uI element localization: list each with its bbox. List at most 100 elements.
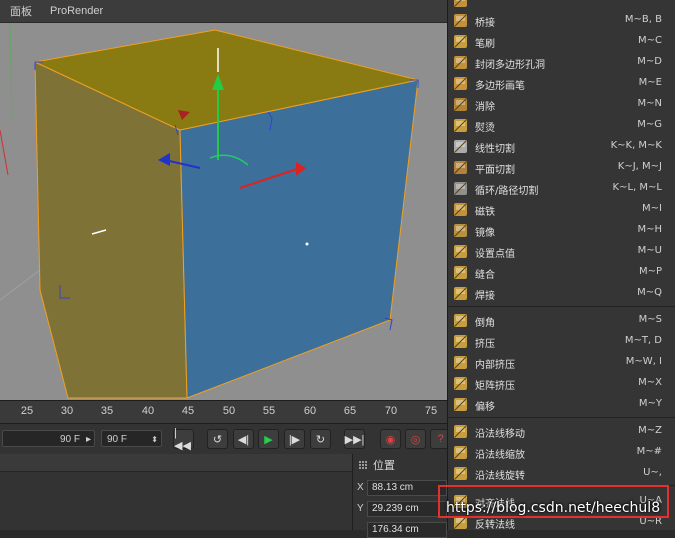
- menu-item-shortcut: M~C: [638, 35, 662, 46]
- menu-item[interactable]: 沿法线缩放 M~#: [448, 442, 675, 463]
- auto-key-button[interactable]: ◎: [405, 429, 426, 449]
- coord-x-field[interactable]: 88.13 cm: [367, 480, 447, 496]
- loop-forward-icon: ↻: [315, 433, 326, 446]
- menu-separator: [448, 306, 675, 307]
- menu-item[interactable]: 焊接 M~Q: [448, 283, 675, 304]
- timeline-tick: 75: [424, 405, 438, 417]
- menu-item[interactable]: 设置点值 M~U: [448, 241, 675, 262]
- menu-item-label: 沿法线缩放: [475, 450, 525, 461]
- next-frame-icon: |▶: [288, 433, 301, 446]
- record-button[interactable]: ◉: [380, 429, 401, 449]
- menu-item-label: 设置点值: [475, 249, 515, 260]
- menu-item-shortcut: M~Q: [637, 287, 662, 298]
- menu-item-shortcut: K~L, M~L: [612, 182, 662, 193]
- timeline-ruler[interactable]: 25 30 35 40 45 50 55 60 65 70 75: [0, 400, 447, 423]
- menu-item-label: 消除: [475, 102, 495, 113]
- menu-item-shortcut: M~G: [637, 119, 662, 130]
- coord-y-field[interactable]: 29.239 cm: [367, 501, 447, 517]
- world-axis-line: [9, 21, 13, 121]
- menu-item-shortcut: K~J, M~J: [617, 161, 662, 172]
- dissolve-icon: [454, 98, 467, 111]
- menu-item[interactable]: 消除 M~N: [448, 94, 675, 115]
- menu-item-label: 平面切割: [475, 165, 515, 176]
- extrude-inner-icon: [454, 356, 467, 369]
- next-frame-button[interactable]: |▶: [284, 429, 305, 449]
- menu-item[interactable]: 挤压 M~T, D: [448, 331, 675, 352]
- go-to-end-icon: ▶▶|: [344, 433, 365, 446]
- watermark: https://blog.csdn.net/heechul8: [446, 500, 661, 516]
- menu-item[interactable]: 多边形画笔 M~E: [448, 73, 675, 94]
- mesh-tools-menu: 桥接 M~B, B 笔刷 M~C 封闭多边形孔洞 M~D 多边形画笔 M~E 消除 M~N 熨烫 M~…: [447, 0, 675, 530]
- menu-item-shortcut: M~B, B: [624, 14, 662, 25]
- loop-back-button[interactable]: ↺: [207, 429, 228, 449]
- timeline-tick: 55: [262, 405, 276, 417]
- coord-y-label: Y: [357, 503, 364, 514]
- key-options-icon: ?: [437, 433, 444, 445]
- 3d-viewport[interactable]: 面板 ProRender: [0, 0, 447, 400]
- go-to-end-button[interactable]: ▶▶|: [344, 429, 365, 449]
- coord-z-field[interactable]: 176.34 cm: [367, 522, 447, 538]
- viewport-menubar: 面板 ProRender: [0, 0, 447, 23]
- menu-item[interactable]: 内部挤压 M~W, I: [448, 352, 675, 373]
- coord-y-value: 29.239 cm: [372, 503, 419, 514]
- axis-indicator: [0, 129, 9, 176]
- menu-item-label: 桥接: [475, 18, 495, 29]
- menu-item[interactable]: 熨烫 M~G: [448, 115, 675, 136]
- timeline-tick: 35: [100, 405, 114, 417]
- menu-item[interactable]: 沿法线旋转 U~,: [448, 463, 675, 484]
- menu-item[interactable]: 镜像 M~H: [448, 220, 675, 241]
- menu-item[interactable]: 桥接 M~B, B: [448, 10, 675, 31]
- menu-item[interactable]: 平面切割 K~J, M~J: [448, 157, 675, 178]
- menu-item[interactable]: 缝合 M~P: [448, 262, 675, 283]
- viewport-scene[interactable]: [0, 0, 447, 400]
- menu-item[interactable]: 线性切割 K~K, M~K: [448, 136, 675, 157]
- menu-item-label: 反转法线: [475, 520, 515, 530]
- polygon-pen-icon: [454, 77, 467, 90]
- weld-icon: [454, 287, 467, 300]
- matrix-extrude-icon: [454, 377, 467, 390]
- timeline-tick: 65: [343, 405, 357, 417]
- auto-key-icon: ◎: [410, 433, 421, 446]
- menu-item-shortcut: M~Y: [638, 398, 662, 409]
- iron-icon: [454, 119, 467, 132]
- play-button[interactable]: ▶: [258, 429, 279, 449]
- menu-item[interactable]: 循环/路径切割 K~L, M~L: [448, 178, 675, 199]
- menu-item[interactable]: 磁铁 M~I: [448, 199, 675, 220]
- menu-item-shortcut: M~X: [638, 377, 662, 388]
- offset-icon: [454, 398, 467, 411]
- viewport-menu-prorender[interactable]: ProRender: [40, 5, 111, 17]
- brush-icon: [454, 35, 467, 48]
- loop-forward-button[interactable]: ↻: [310, 429, 331, 449]
- go-to-start-icon: |◀◀: [174, 426, 191, 452]
- go-to-start-button[interactable]: |◀◀: [173, 426, 194, 452]
- viewport-menu-panel[interactable]: 面板: [0, 3, 40, 19]
- menu-item-label: 内部挤压: [475, 360, 515, 371]
- menu-item[interactable]: 矩阵挤压 M~X: [448, 373, 675, 394]
- menu-item-label: 笔刷: [475, 39, 495, 50]
- normal-move-icon: [454, 425, 467, 438]
- menu-separator: [448, 417, 675, 418]
- menu-item-label: 缝合: [475, 270, 495, 281]
- end-frame-field[interactable]: 90 F ⬍: [101, 430, 162, 447]
- set-point-value-icon: [454, 245, 467, 258]
- start-frame-field[interactable]: 90 F ▸: [2, 430, 95, 447]
- menu-item[interactable]: 沿法线移动 M~Z: [448, 421, 675, 442]
- material-panel[interactable]: [0, 454, 352, 530]
- timeline-tick: 40: [141, 405, 155, 417]
- grip-icon: [359, 461, 367, 469]
- prev-frame-button[interactable]: ◀|: [233, 429, 254, 449]
- prev-frame-icon: ◀|: [237, 433, 250, 446]
- menu-item[interactable]: 封闭多边形孔洞 M~D: [448, 52, 675, 73]
- menu-item[interactable]: 笔刷 M~C: [448, 31, 675, 52]
- menu-item-shortcut: M~#: [636, 446, 662, 457]
- timeline-tick: 70: [384, 405, 398, 417]
- menu-item[interactable]: 偏移 M~Y: [448, 394, 675, 415]
- menu-item-label: 沿法线旋转: [475, 471, 525, 482]
- coord-x-label: X: [357, 482, 364, 493]
- timeline-tick: 60: [303, 405, 317, 417]
- menu-item-label: 偏移: [475, 402, 495, 413]
- bevel-icon: [454, 314, 467, 327]
- menu-item-shortcut: M~T, D: [624, 335, 662, 346]
- menu-item-shortcut: M~D: [637, 56, 662, 67]
- menu-item[interactable]: 倒角 M~S: [448, 310, 675, 331]
